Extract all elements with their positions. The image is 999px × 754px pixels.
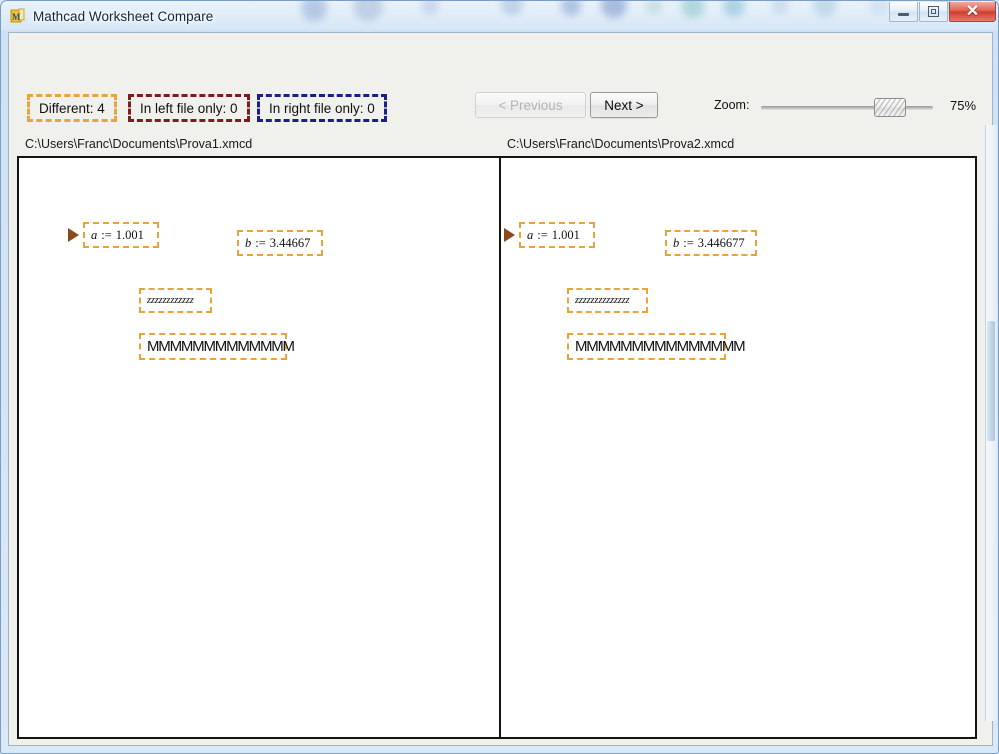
equation-a-value: 1.001 [115,227,144,242]
left-only-badge-label: In left file only: 0 [140,100,238,116]
equation-a: a:= 1.001 [91,228,144,243]
zoom-slider[interactable] [761,98,933,118]
zoom-percent-value: 75% [950,98,977,113]
region-assignment-a[interactable]: a:= 1.001 [83,222,159,248]
equation-a-op: := [101,227,112,242]
region-text-m[interactable]: MMMMMMMMMMMMM [139,333,295,360]
title-bar[interactable]: M Mathcad Worksheet Compare ✕ [1,1,998,31]
equation-b-op: := [255,235,266,250]
window-vertical-scrollbar[interactable] [985,125,997,721]
previous-button[interactable]: < Previous [475,92,586,118]
next-button[interactable]: Next > [590,92,658,118]
close-icon: ✕ [965,2,980,20]
equation-b: b:= 3.44667 [245,236,310,251]
client-area: Different: 4 In left file only: 0 In rig… [8,32,993,746]
svg-text:M: M [12,12,21,22]
region-assignment-b[interactable]: b:= 3.446677 [665,230,757,256]
window-title: Mathcad Worksheet Compare [33,8,214,24]
left-document-pane[interactable]: a:= 1.001 b:= 3.44667 zzzzzzzzzzzz MMMMMMM… [19,158,501,737]
right-only-badge-label: In right file only: 0 [269,100,375,116]
region-assignment-b[interactable]: b:= 3.44667 [237,230,323,256]
equation-a-op: := [537,227,548,242]
restore-button[interactable] [919,2,948,22]
change-marker-icon [504,228,515,242]
zoom-label: Zoom: [714,98,750,112]
application-window: M Mathcad Worksheet Compare ✕ Different:… [0,0,999,754]
text-m-content: MMMMMMMMMMMMMMM [575,338,746,355]
zoom-slider-track[interactable] [761,106,933,110]
document-compare-area: a:= 1.001 b:= 3.44667 zzzzzzzzzzzz MMMMMMM… [17,156,977,739]
window-frame: M Mathcad Worksheet Compare ✕ Different:… [0,0,999,754]
text-z-content: zzzzzzzzzzzzzz [575,295,630,306]
equation-b-value: 3.44667 [269,235,311,250]
region-assignment-a[interactable]: a:= 1.001 [519,222,595,248]
region-text-z[interactable]: zzzzzzzzzzzz [139,288,212,313]
minimize-button[interactable] [889,2,918,22]
text-m-content: MMMMMMMMMMMMM [147,338,295,355]
change-marker-icon [68,228,79,242]
close-button[interactable]: ✕ [949,2,996,22]
different-badge[interactable]: Different: 4 [27,94,117,122]
scrollbar-thumb[interactable] [987,321,995,441]
right-document-pane[interactable]: a:= 1.001 b:= 3.446677 zzzzzzzzzzzzzz MMMM… [501,158,975,737]
zoom-slider-thumb[interactable] [874,98,906,117]
minimize-icon [898,12,909,16]
equation-b: b:= 3.446677 [673,236,745,251]
toolbar: Different: 4 In left file only: 0 In rig… [9,33,992,122]
right-only-badge[interactable]: In right file only: 0 [257,94,387,122]
next-button-label: Next > [604,97,644,113]
equation-a-value: 1.001 [551,227,580,242]
equation-a: a:= 1.001 [527,228,580,243]
left-only-badge[interactable]: In left file only: 0 [128,94,250,122]
left-file-path: C:\Users\Franc\Documents\Prova1.xmcd [25,137,253,151]
equation-b-op: := [683,235,694,250]
restore-icon [928,6,939,17]
mathcad-icon: M [10,8,26,24]
right-file-path: C:\Users\Franc\Documents\Prova2.xmcd [507,137,735,151]
region-text-m[interactable]: MMMMMMMMMMMMMMM [567,333,746,360]
text-z-content: zzzzzzzzzzzz [147,295,194,306]
window-controls: ✕ [889,2,996,22]
different-badge-label: Different: 4 [39,100,105,116]
region-text-z[interactable]: zzzzzzzzzzzzzz [567,288,648,313]
previous-button-label: < Previous [498,97,563,113]
equation-b-value: 3.446677 [697,235,745,250]
